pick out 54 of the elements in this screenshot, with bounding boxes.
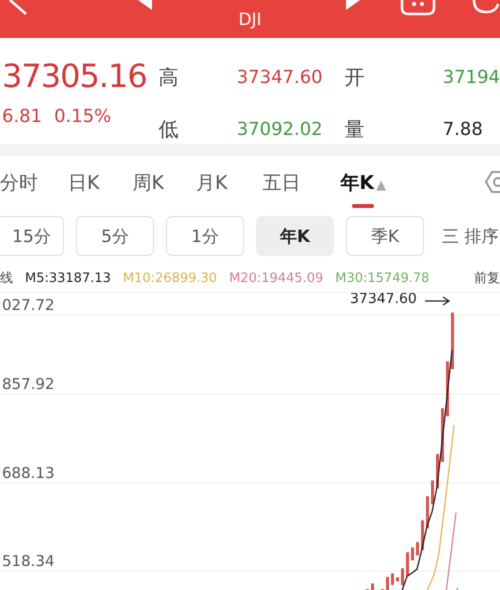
axis-label: 518.34 xyxy=(2,552,54,570)
period-button[interactable]: 1分 xyxy=(166,216,244,256)
candlestick xyxy=(441,408,444,462)
candlestick xyxy=(406,552,409,576)
candlestick xyxy=(426,496,429,528)
period-button[interactable]: 15分 xyxy=(0,216,64,256)
price-change: 6.81 xyxy=(2,106,42,127)
period-tab[interactable]: 日K xyxy=(68,170,100,208)
candlestick xyxy=(391,573,394,585)
settings-icon[interactable] xyxy=(484,170,500,194)
price-value: 37305.16 xyxy=(2,56,148,96)
axis-label: 027.72 xyxy=(2,296,54,314)
candlestick xyxy=(416,542,419,556)
candlestick xyxy=(421,520,424,550)
previous-icon[interactable] xyxy=(138,0,152,10)
moving-average-value: M30:15749.78 xyxy=(335,270,430,286)
period-tab[interactable]: 年K▲ xyxy=(340,170,386,208)
period-tab[interactable]: 分时 xyxy=(0,170,38,208)
ticker-title: DJI xyxy=(237,10,263,30)
indicator-label: 线 xyxy=(0,270,13,287)
candlestick xyxy=(401,568,404,586)
stat-value: 7.88 xyxy=(442,118,484,140)
candlestick xyxy=(396,577,399,582)
candlestick xyxy=(386,576,389,590)
stat-label: 低 xyxy=(158,116,180,142)
stat-label: 开 xyxy=(344,64,366,90)
stat-value: 37347.60 xyxy=(236,66,324,88)
stat-value: 37194 xyxy=(442,66,500,88)
candlestick xyxy=(431,480,434,504)
period-tab[interactable]: 周K xyxy=(132,170,164,208)
stat-value: 37092.02 xyxy=(236,118,324,140)
period-button[interactable]: 季K xyxy=(346,216,424,256)
moving-average-value: M20:19445.09 xyxy=(229,270,324,286)
face-icon[interactable] xyxy=(400,0,436,16)
period-tab[interactable]: 月K xyxy=(196,170,228,208)
candlestick xyxy=(446,361,449,416)
sort-button[interactable]: 三 排序 xyxy=(436,224,498,248)
stat-label: 高 xyxy=(158,64,180,90)
candlestick xyxy=(411,548,414,560)
period-tab[interactable]: 五日 xyxy=(262,170,300,208)
axis-label: 857.92 xyxy=(2,375,54,393)
stat-label: 量 xyxy=(344,116,366,142)
next-icon[interactable] xyxy=(346,0,360,10)
axis-label: 688.13 xyxy=(2,464,54,482)
moving-average-value: M5:33187.13 xyxy=(25,270,111,286)
period-button[interactable]: 年K xyxy=(256,216,334,256)
candlestick xyxy=(436,454,439,488)
adjust-label[interactable]: 前复 xyxy=(474,269,500,287)
arrow-icon xyxy=(424,296,450,306)
candlestick xyxy=(451,312,454,370)
moving-average-value: M10:26899.30 xyxy=(122,270,218,286)
caret-icon: ▲ xyxy=(376,178,386,193)
change-percent: 0.15% xyxy=(54,106,112,127)
period-button[interactable]: 5分 xyxy=(76,216,154,256)
